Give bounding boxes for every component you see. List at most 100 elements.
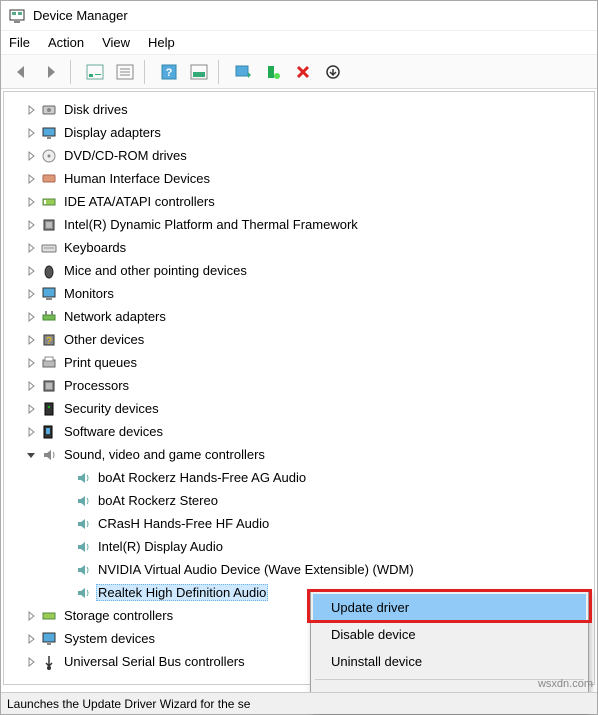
update-driver-button[interactable] xyxy=(229,59,257,85)
device-label: Intel(R) Display Audio xyxy=(96,538,225,555)
status-text: Launches the Update Driver Wizard for th… xyxy=(7,697,250,711)
category-label: Print queues xyxy=(62,354,139,371)
svg-text:?: ? xyxy=(166,67,173,79)
tree-device-nvidia-audio[interactable]: NVIDIA Virtual Audio Device (Wave Extens… xyxy=(6,558,594,581)
speaker-icon xyxy=(74,492,92,510)
category-label: DVD/CD-ROM drives xyxy=(62,147,189,164)
disk-drives-icon xyxy=(40,101,58,119)
tree-category-other[interactable]: ?Other devices xyxy=(6,328,594,351)
dvd-cd-icon xyxy=(40,147,58,165)
speaker-icon xyxy=(74,538,92,556)
tree-category-processors[interactable]: Processors xyxy=(6,374,594,397)
mice-icon xyxy=(40,262,58,280)
expand-icon[interactable] xyxy=(24,103,38,117)
tree-category-mice[interactable]: Mice and other pointing devices xyxy=(6,259,594,282)
expand-icon[interactable] xyxy=(24,609,38,623)
expand-icon[interactable] xyxy=(24,241,38,255)
category-label: Security devices xyxy=(62,400,161,417)
print-queues-icon xyxy=(40,354,58,372)
back-button[interactable] xyxy=(7,59,35,85)
expand-icon[interactable] xyxy=(24,402,38,416)
menu-file[interactable]: File xyxy=(9,35,30,50)
expand-icon[interactable] xyxy=(24,126,38,140)
other-icon: ? xyxy=(40,331,58,349)
tree-device-boat-stereo[interactable]: boAt Rockerz Stereo xyxy=(6,489,594,512)
expand-icon[interactable] xyxy=(24,264,38,278)
ctx-update-driver[interactable]: Update driver xyxy=(313,594,586,621)
sound-icon xyxy=(40,446,58,464)
tree-category-keyboards[interactable]: Keyboards xyxy=(6,236,594,259)
monitors-icon xyxy=(40,285,58,303)
device-label: Realtek High Definition Audio xyxy=(96,584,268,601)
tree-category-ide[interactable]: IDE ATA/ATAPI controllers xyxy=(6,190,594,213)
device-label: boAt Rockerz Stereo xyxy=(96,492,220,509)
category-label: Keyboards xyxy=(62,239,128,256)
tree-category-software[interactable]: Software devices xyxy=(6,420,594,443)
device-label: NVIDIA Virtual Audio Device (Wave Extens… xyxy=(96,561,416,578)
category-label: Processors xyxy=(62,377,131,394)
tree-category-hid[interactable]: Human Interface Devices xyxy=(6,167,594,190)
expand-icon[interactable] xyxy=(24,287,38,301)
security-icon xyxy=(40,400,58,418)
category-label: Storage controllers xyxy=(62,607,175,624)
toolbar: ? xyxy=(1,55,597,89)
properties-button[interactable] xyxy=(111,59,139,85)
expand-icon[interactable] xyxy=(24,425,38,439)
spacer xyxy=(58,586,72,600)
toolbar-separator xyxy=(218,60,224,84)
tree-category-monitors[interactable]: Monitors xyxy=(6,282,594,305)
ctx-disable-device[interactable]: Disable device xyxy=(313,621,586,648)
tree-category-sound[interactable]: Sound, video and game controllers xyxy=(6,443,594,466)
scan-button[interactable] xyxy=(185,59,213,85)
spacer xyxy=(58,494,72,508)
expand-icon[interactable] xyxy=(24,195,38,209)
expand-icon[interactable] xyxy=(24,172,38,186)
tree-device-boat-ag[interactable]: boAt Rockerz Hands-Free AG Audio xyxy=(6,466,594,489)
uninstall-button[interactable] xyxy=(259,59,287,85)
expand-icon[interactable] xyxy=(24,333,38,347)
menu-help[interactable]: Help xyxy=(148,35,175,50)
keyboards-icon xyxy=(40,239,58,257)
tree-device-intel-audio[interactable]: Intel(R) Display Audio xyxy=(6,535,594,558)
category-label: Human Interface Devices xyxy=(62,170,212,187)
expand-icon[interactable] xyxy=(24,632,38,646)
toolbar-separator xyxy=(144,60,150,84)
status-bar: Launches the Update Driver Wizard for th… xyxy=(1,692,597,714)
tree-category-print-queues[interactable]: Print queues xyxy=(6,351,594,374)
expand-icon[interactable] xyxy=(24,655,38,669)
tree-category-dvd-cd[interactable]: DVD/CD-ROM drives xyxy=(6,144,594,167)
menu-view[interactable]: View xyxy=(102,35,130,50)
app-icon xyxy=(9,8,25,24)
expand-icon[interactable] xyxy=(24,379,38,393)
system-icon xyxy=(40,630,58,648)
tree-category-security[interactable]: Security devices xyxy=(6,397,594,420)
network-icon xyxy=(40,308,58,326)
menu-action[interactable]: Action xyxy=(48,35,84,50)
expand-icon[interactable] xyxy=(24,310,38,324)
category-label: Intel(R) Dynamic Platform and Thermal Fr… xyxy=(62,216,360,233)
enable-button[interactable] xyxy=(319,59,347,85)
software-icon xyxy=(40,423,58,441)
watermark: wsxdn.com xyxy=(538,678,593,690)
expand-icon[interactable] xyxy=(24,218,38,232)
expand-icon[interactable] xyxy=(24,356,38,370)
tree-device-crash-hf[interactable]: CRasH Hands-Free HF Audio xyxy=(6,512,594,535)
category-label: Disk drives xyxy=(62,101,130,118)
forward-button[interactable] xyxy=(37,59,65,85)
tree-category-network[interactable]: Network adapters xyxy=(6,305,594,328)
ide-icon xyxy=(40,193,58,211)
tree-category-intel-thermal[interactable]: Intel(R) Dynamic Platform and Thermal Fr… xyxy=(6,213,594,236)
ctx-uninstall-device[interactable]: Uninstall device xyxy=(313,648,586,675)
expand-icon[interactable] xyxy=(24,149,38,163)
collapse-icon[interactable] xyxy=(24,448,38,462)
help-button[interactable]: ? xyxy=(155,59,183,85)
tree-category-display-adapters[interactable]: Display adapters xyxy=(6,121,594,144)
disable-button[interactable] xyxy=(289,59,317,85)
show-hide-tree-button[interactable] xyxy=(81,59,109,85)
usb-icon xyxy=(40,653,58,671)
spacer xyxy=(58,563,72,577)
category-label: Mice and other pointing devices xyxy=(62,262,249,279)
device-label: boAt Rockerz Hands-Free AG Audio xyxy=(96,469,308,486)
hid-icon xyxy=(40,170,58,188)
tree-category-disk-drives[interactable]: Disk drives xyxy=(6,98,594,121)
